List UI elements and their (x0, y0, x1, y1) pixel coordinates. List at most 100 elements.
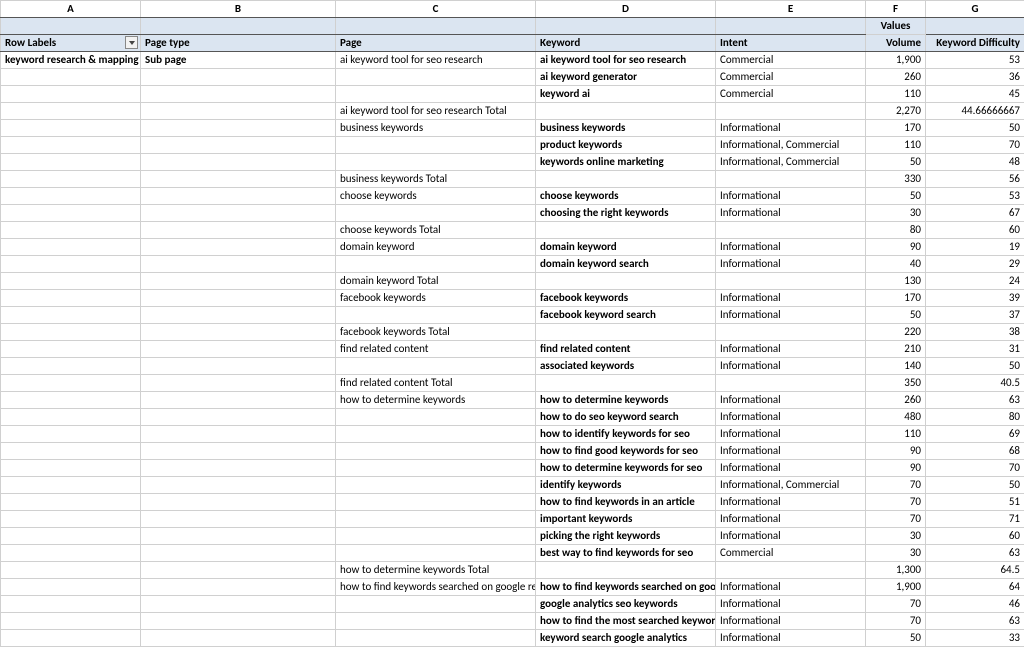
cell-intent[interactable]: Informational (716, 511, 866, 528)
cell-page-type[interactable] (141, 222, 336, 239)
cell-page-type[interactable] (141, 613, 336, 630)
cell-keyword[interactable]: how to find keywords searched on google … (536, 579, 716, 596)
cell-volume[interactable]: 30 (866, 528, 926, 545)
cell-keyword[interactable]: how to determine keywords (536, 392, 716, 409)
column-header-D[interactable]: D (536, 1, 716, 18)
cell-intent[interactable]: Informational, Commercial (716, 477, 866, 494)
cell-volume[interactable]: 110 (866, 86, 926, 103)
cell-intent[interactable]: Informational, Commercial (716, 137, 866, 154)
cell-intent[interactable]: Informational (716, 188, 866, 205)
cell-page-type[interactable] (141, 511, 336, 528)
cell-page-type[interactable] (141, 154, 336, 171)
cell-intent[interactable]: Informational (716, 341, 866, 358)
cell-volume[interactable]: 210 (866, 341, 926, 358)
cell-intent[interactable]: Informational (716, 239, 866, 256)
cell-intent[interactable] (716, 103, 866, 120)
cell-kd[interactable]: 67 (926, 205, 1024, 222)
cell-intent[interactable]: Commercial (716, 52, 866, 69)
cell-keyword[interactable]: best way to find keywords for seo (536, 545, 716, 562)
cell-volume[interactable]: 50 (866, 154, 926, 171)
cell-keyword[interactable] (536, 103, 716, 120)
cell-kd[interactable]: 70 (926, 137, 1024, 154)
cell-row-label[interactable] (1, 222, 141, 239)
cell-page-type[interactable] (141, 171, 336, 188)
cell-volume[interactable]: 480 (866, 409, 926, 426)
cell-intent[interactable]: Commercial (716, 545, 866, 562)
cell-intent[interactable] (716, 375, 866, 392)
cell-keyword[interactable]: choosing the right keywords (536, 205, 716, 222)
cell-keyword[interactable]: how to find keywords in an article (536, 494, 716, 511)
row-labels-filter-icon[interactable] (125, 36, 138, 49)
cell-page[interactable]: domain keyword (336, 239, 536, 256)
cell-kd[interactable]: 50 (926, 358, 1024, 375)
cell-intent[interactable]: Commercial (716, 86, 866, 103)
cell-volume[interactable]: 260 (866, 392, 926, 409)
cell-volume[interactable]: 2,270 (866, 103, 926, 120)
cell-intent[interactable]: Informational (716, 579, 866, 596)
cell-kd[interactable]: 68 (926, 443, 1024, 460)
cell-volume[interactable]: 70 (866, 613, 926, 630)
cell-intent[interactable]: Informational (716, 120, 866, 137)
cell-kd[interactable]: 60 (926, 528, 1024, 545)
cell-kd[interactable]: 36 (926, 69, 1024, 86)
cell-page[interactable]: how to determine keywords Total (336, 562, 536, 579)
cell-volume[interactable]: 350 (866, 375, 926, 392)
cell-keyword[interactable] (536, 171, 716, 188)
cell-keyword[interactable]: find related content (536, 341, 716, 358)
cell-page-type[interactable] (141, 273, 336, 290)
cell-kd[interactable]: 63 (926, 545, 1024, 562)
cell-row-label[interactable] (1, 256, 141, 273)
cell-kd[interactable]: 50 (926, 477, 1024, 494)
cell-page[interactable] (336, 426, 536, 443)
cell-volume[interactable]: 220 (866, 324, 926, 341)
cell-page-type[interactable] (141, 205, 336, 222)
cell-page-type[interactable] (141, 375, 336, 392)
cell-keyword[interactable]: facebook keywords (536, 290, 716, 307)
cell-volume[interactable]: 1,300 (866, 562, 926, 579)
cell-page[interactable] (336, 545, 536, 562)
cell-kd[interactable]: 46 (926, 596, 1024, 613)
cell-keyword[interactable] (536, 375, 716, 392)
cell-intent[interactable]: Informational (716, 409, 866, 426)
cell-row-label[interactable] (1, 290, 141, 307)
cell-row-label[interactable] (1, 630, 141, 647)
cell-kd[interactable]: 80 (926, 409, 1024, 426)
cell-row-label[interactable] (1, 443, 141, 460)
cell-kd[interactable]: 60 (926, 222, 1024, 239)
cell-keyword[interactable]: associated keywords (536, 358, 716, 375)
cell-kd[interactable]: 39 (926, 290, 1024, 307)
cell-row-label[interactable] (1, 341, 141, 358)
keyword-header[interactable]: Keyword (536, 35, 716, 52)
intent-header[interactable]: Intent (716, 35, 866, 52)
cell-page[interactable] (336, 358, 536, 375)
cell-page-type[interactable] (141, 86, 336, 103)
cell-volume[interactable]: 110 (866, 426, 926, 443)
cell-page-type[interactable] (141, 307, 336, 324)
cell-volume[interactable]: 110 (866, 137, 926, 154)
cell-keyword[interactable]: picking the right keywords (536, 528, 716, 545)
cell-row-label[interactable] (1, 409, 141, 426)
cell-page-type[interactable] (141, 290, 336, 307)
cell-kd[interactable]: 56 (926, 171, 1024, 188)
cell-page[interactable] (336, 460, 536, 477)
cell-intent[interactable]: Informational (716, 443, 866, 460)
cell-page-type[interactable] (141, 528, 336, 545)
cell-page[interactable] (336, 154, 536, 171)
cell-row-label[interactable] (1, 205, 141, 222)
page-type-header[interactable]: Page type (141, 35, 336, 52)
cell-kd[interactable]: 38 (926, 324, 1024, 341)
cell-keyword[interactable]: google analytics seo keywords (536, 596, 716, 613)
cell-row-label[interactable] (1, 324, 141, 341)
cell-page-type[interactable] (141, 426, 336, 443)
cell-row-label[interactable] (1, 239, 141, 256)
cell-intent[interactable]: Informational (716, 392, 866, 409)
cell-row-label[interactable]: keyword research & mapping (1, 52, 141, 69)
cell-keyword[interactable]: how to find good keywords for seo (536, 443, 716, 460)
cell-page-type[interactable] (141, 409, 336, 426)
cell-page[interactable] (336, 409, 536, 426)
cell-page-type[interactable] (141, 392, 336, 409)
cell-page[interactable] (336, 205, 536, 222)
cell-page-type[interactable] (141, 358, 336, 375)
cell-intent[interactable]: Informational (716, 205, 866, 222)
cell-row-label[interactable] (1, 137, 141, 154)
